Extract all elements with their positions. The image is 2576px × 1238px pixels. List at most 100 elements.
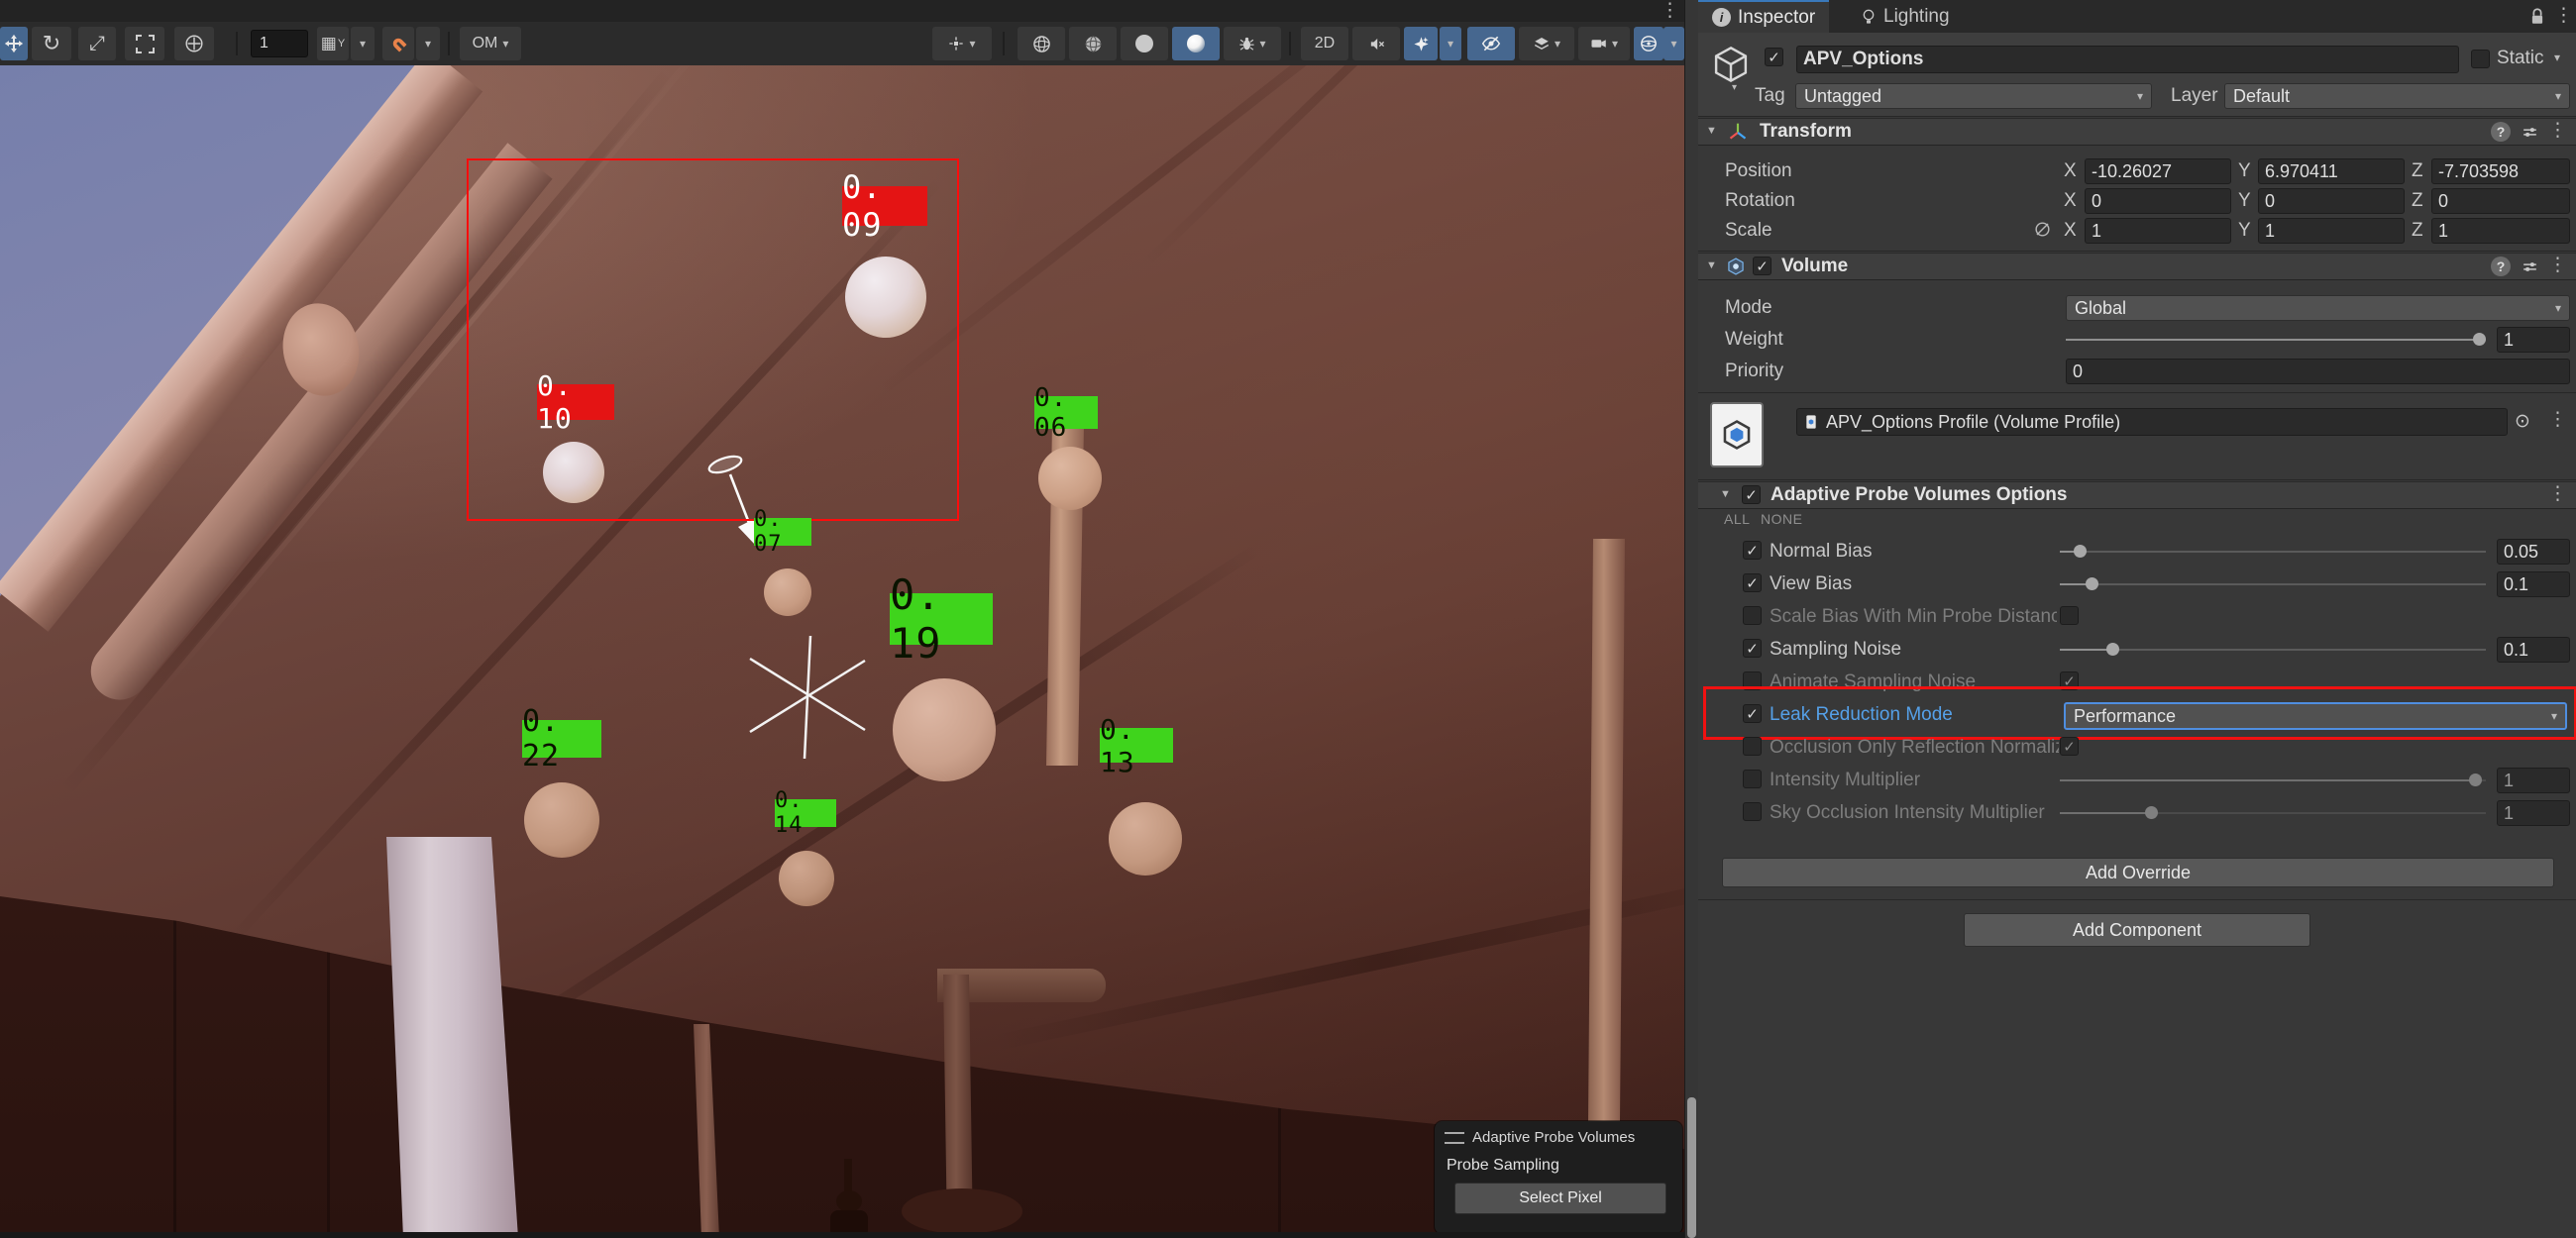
rotation-y-field[interactable]: 0 (2258, 188, 2405, 214)
debug-draw-mode-button[interactable]: ▾ (1224, 27, 1281, 60)
position-y-field[interactable]: 6.970411 (2258, 158, 2405, 184)
scale-x-field[interactable]: 1 (2085, 218, 2231, 244)
tab-lighting[interactable]: Lighting (1847, 0, 1964, 33)
audio-toggle-button[interactable] (1352, 27, 1400, 60)
drag-handle-icon[interactable] (1445, 1132, 1464, 1144)
scrollbar-thumb[interactable] (1687, 1097, 1696, 1238)
rotate-tool-button[interactable]: ↻ (32, 27, 71, 60)
override-checkbox[interactable] (1743, 737, 1762, 756)
static-checkbox[interactable] (2471, 50, 2490, 68)
rotation-z-field[interactable]: 0 (2431, 188, 2570, 214)
scene-viewport[interactable]: 0. 09 0. 10 0. 06 0. 07 0. 19 0. 22 0. 1… (0, 65, 1684, 1238)
camera-settings-button[interactable]: ▾ (1578, 27, 1630, 60)
icon-picker-arrow[interactable]: ▾ (1732, 82, 1737, 93)
layer-dropdown[interactable]: Default▾ (2224, 83, 2570, 109)
tag-dropdown[interactable]: Untagged▾ (1795, 83, 2152, 109)
help-icon[interactable]: ? (2491, 257, 2511, 276)
shading-shaded-wireframe-button[interactable] (1069, 27, 1117, 60)
override-checkbox[interactable]: ✓ (1743, 573, 1762, 592)
scale-y-field[interactable]: 1 (2258, 218, 2405, 244)
gizmos-button[interactable] (1634, 27, 1664, 60)
foldout-icon[interactable]: ▼ (1706, 125, 1717, 137)
sampling-noise-slider[interactable] (2060, 637, 2486, 663)
profile-object-field[interactable]: APV_Options Profile (Volume Profile) (1796, 408, 2508, 436)
component-menu-icon[interactable]: ⋮ (2548, 121, 2567, 140)
scene-pane-menu-icon[interactable]: ⋮ (1661, 1, 1679, 20)
normal-bias-field[interactable]: 0.05 (2497, 539, 2570, 565)
scale-bias-value-checkbox[interactable] (2060, 606, 2079, 625)
snap-magnet-button[interactable] (382, 27, 414, 60)
normal-bias-slider[interactable] (2060, 539, 2486, 565)
intensity-multiplier-slider[interactable] (2060, 768, 2486, 793)
profile-menu-icon[interactable]: ⋮ (2548, 410, 2567, 429)
static-dropdown-arrow[interactable]: ▾ (2554, 51, 2560, 64)
lock-icon[interactable] (2528, 7, 2546, 26)
mode-dropdown[interactable]: Global▾ (2066, 295, 2570, 321)
volume-header[interactable]: ▼ ✓ Volume ? ⋮ (1698, 253, 2576, 280)
add-override-button[interactable]: Add Override (1722, 858, 2554, 887)
sampling-noise-field[interactable]: 0.1 (2497, 637, 2570, 663)
foldout-icon[interactable]: ▼ (1720, 488, 1731, 500)
help-icon[interactable]: ? (2491, 122, 2511, 142)
gameobject-name-field[interactable]: APV_Options (1796, 46, 2459, 73)
weight-slider[interactable] (2066, 327, 2486, 353)
tab-inspector[interactable]: i Inspector (1698, 0, 1829, 33)
position-z-field[interactable]: -7.703598 (2431, 158, 2570, 184)
2d-view-button[interactable]: 2D (1301, 27, 1348, 60)
apv-options-header[interactable]: ▼ ✓ Adaptive Probe Volumes Options ⋮ (1698, 481, 2576, 509)
override-checkbox[interactable] (1743, 770, 1762, 788)
transform-tool-button[interactable] (174, 27, 214, 60)
presets-icon[interactable] (2521, 123, 2539, 142)
view-bias-field[interactable]: 0.1 (2497, 571, 2570, 597)
leak-reduction-mode-dropdown[interactable]: Performance▾ (2064, 702, 2567, 730)
layers-button[interactable]: ▾ (1519, 27, 1574, 60)
grid-snap-dropdown[interactable]: ▾ (351, 27, 375, 60)
add-component-button[interactable]: Add Component (1964, 913, 2310, 947)
gameobject-active-checkbox[interactable]: ✓ (1765, 48, 1783, 66)
scale-z-field[interactable]: 1 (2431, 218, 2570, 244)
shading-unlit-button[interactable] (1121, 27, 1168, 60)
volume-enabled-checkbox[interactable]: ✓ (1753, 257, 1771, 275)
intensity-multiplier-field[interactable]: 1 (2497, 768, 2570, 793)
override-checkbox[interactable] (1743, 606, 1762, 625)
override-all-button[interactable]: ALL (1724, 511, 1750, 527)
snap-magnet-dropdown[interactable]: ▾ (416, 27, 440, 60)
apv-enabled-checkbox[interactable]: ✓ (1742, 485, 1761, 504)
component-menu-icon[interactable]: ⋮ (2548, 256, 2567, 274)
weight-field[interactable]: 1 (2497, 327, 2570, 353)
animate-sampling-noise-checkbox[interactable]: ✓ (2060, 671, 2079, 690)
sky-occlusion-slider[interactable] (2060, 800, 2486, 826)
foldout-icon[interactable]: ▼ (1706, 259, 1717, 271)
override-checkbox[interactable]: ✓ (1743, 639, 1762, 658)
constrain-proportions-icon[interactable] (2033, 220, 2052, 239)
transform-header[interactable]: ▼ Transform ? ⋮ (1698, 118, 2576, 146)
pivot-mode-button[interactable]: ▾ (932, 27, 992, 60)
presets-icon[interactable] (2521, 258, 2539, 276)
sky-occlusion-field[interactable]: 1 (2497, 800, 2570, 826)
rotation-x-field[interactable]: 0 (2085, 188, 2231, 214)
shading-shaded-button[interactable] (1172, 27, 1220, 60)
select-pixel-button[interactable]: Select Pixel (1454, 1183, 1666, 1214)
component-menu-icon[interactable]: ⋮ (2548, 484, 2567, 503)
occlusion-only-checkbox[interactable]: ✓ (2060, 737, 2079, 756)
move-tool-button[interactable] (0, 27, 28, 60)
override-checkbox[interactable] (1743, 671, 1762, 690)
override-none-button[interactable]: NONE (1761, 511, 1802, 527)
gizmos-dropdown[interactable]: ▾ (1664, 27, 1684, 60)
snap-increment-field[interactable]: 1 (251, 30, 308, 57)
priority-field[interactable]: 0 (2066, 359, 2570, 384)
scene-lighting-button[interactable] (1404, 27, 1438, 60)
object-picker-icon[interactable]: ⊙ (2515, 410, 2530, 433)
position-x-field[interactable]: -10.26027 (2085, 158, 2231, 184)
scene-lighting-dropdown[interactable]: ▾ (1440, 27, 1461, 60)
scale-tool-button[interactable]: ⤢ (78, 27, 116, 60)
inspector-menu-icon[interactable]: ⋮ (2554, 6, 2573, 25)
rect-tool-button[interactable] (125, 27, 164, 60)
orientation-menu-button[interactable]: OM▾ (460, 27, 521, 60)
grid-snap-button[interactable]: ▦Y (317, 27, 349, 60)
override-checkbox[interactable]: ✓ (1743, 704, 1762, 723)
scene-visibility-button[interactable] (1467, 27, 1515, 60)
override-checkbox[interactable] (1743, 802, 1762, 821)
view-bias-slider[interactable] (2060, 571, 2486, 597)
override-checkbox[interactable]: ✓ (1743, 541, 1762, 560)
